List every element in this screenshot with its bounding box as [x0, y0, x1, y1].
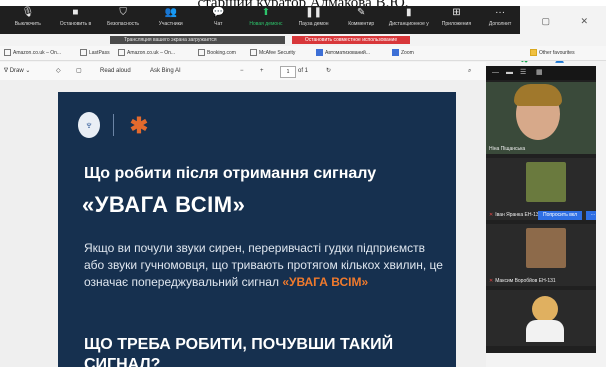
- window-controls[interactable]: – ▢ ✕: [506, 16, 602, 27]
- pause-icon: ❚❚: [305, 7, 322, 18]
- participant-avatar: [526, 228, 566, 268]
- participant-name: ✕ Іван Яранка ЕН-131: [489, 212, 542, 218]
- police-emblem-icon: ♆: [78, 112, 100, 138]
- share-screen-icon: ⬆: [261, 7, 271, 18]
- bookmark-item[interactable]: Автоматизований...: [316, 46, 370, 60]
- apps-button[interactable]: ⊞ Приложения: [433, 6, 481, 28]
- new-share-button[interactable]: ⬆ Новая демонс: [242, 6, 290, 28]
- stop-video-button[interactable]: ■ Остановить в: [52, 6, 100, 28]
- page-icon: [316, 49, 323, 57]
- participant-name: ✕ Максим Воробйов ЕН-131: [489, 278, 556, 284]
- bookmark-item[interactable]: LastPass: [80, 46, 110, 60]
- grid-view-icon[interactable]: ▦: [536, 66, 543, 80]
- participants-icon: 👥: [164, 7, 177, 18]
- participant-video-tile[interactable]: ✕ Максим Воробйов ЕН-131: [486, 224, 606, 286]
- rotate-icon[interactable]: ↻: [326, 62, 331, 80]
- page-icon: [198, 49, 205, 57]
- apps-icon: ⊞: [452, 7, 461, 18]
- share-status-banner: Трансляция вашего экрана загружается: [110, 36, 285, 44]
- single-view-icon[interactable]: ▬: [506, 66, 513, 80]
- right-scroll-strip[interactable]: [596, 62, 606, 367]
- participant-video-tile[interactable]: [486, 290, 606, 346]
- zoom-out-button[interactable]: −: [240, 62, 244, 80]
- poster-title: Що робити після отримання сигналу: [84, 165, 377, 182]
- draw-button[interactable]: ∇ Draw ⌄: [4, 62, 30, 80]
- view-icon[interactable]: ▢: [76, 62, 82, 80]
- participants-panel: — ▬ ☰ ▦ Ніна Піщанська ✕ Іван Яранка ЕН-1…: [486, 66, 606, 353]
- page-input[interactable]: 1: [280, 66, 296, 78]
- bookmark-item[interactable]: Booking.com: [198, 46, 236, 60]
- participant-avatar: [526, 162, 566, 202]
- participant-avatar: [532, 296, 558, 322]
- more-icon: ···: [495, 7, 506, 18]
- security-button[interactable]: ⛉ Безопасность: [99, 6, 147, 28]
- remote-control-button[interactable]: ▮ Дистанционное у: [385, 6, 433, 28]
- video-icon: ■: [72, 7, 79, 18]
- chat-icon: 💬: [212, 7, 225, 18]
- annotate-button[interactable]: ✎ Комментир: [337, 6, 385, 28]
- other-favourites[interactable]: Other favourites: [530, 46, 575, 60]
- microphone-icon: 🎙: [21, 7, 35, 18]
- remote-control-icon: ▮: [406, 7, 412, 18]
- minimize-icon[interactable]: —: [492, 66, 499, 80]
- participant-name: Ніна Піщанська: [489, 146, 526, 152]
- rescue-emblem-icon: ✱: [129, 113, 149, 138]
- mute-button[interactable]: 🎙 Выключить: [4, 6, 52, 28]
- bookmark-item[interactable]: Amazon.co.uk – On...: [4, 46, 61, 60]
- bookmark-item[interactable]: Zoom: [392, 46, 414, 60]
- pause-share-button[interactable]: ❚❚ Пауза демон: [290, 6, 338, 28]
- zoom-toolbar: 🎙 Выключить ■ Остановить в ⛉ Безопасность 👥…: [0, 6, 520, 34]
- page-icon: [80, 49, 87, 57]
- pdf-toolbar: ∇ Draw ⌄ ◇ ▢ Read aloud Ask Bing AI − + …: [0, 62, 486, 81]
- panel-header: — ▬ ☰ ▦: [486, 66, 606, 80]
- muted-mic-icon: ✕: [489, 278, 494, 284]
- read-aloud-button[interactable]: Read aloud: [100, 62, 131, 80]
- poster-subtitle: ЩО ТРЕБА РОБИТИ, ПОЧУВШИ ТАКИЙ СИГНАЛ?: [84, 336, 394, 367]
- pdf-page: ♆ ✱ Що робити після отримання сигналу «У…: [58, 92, 456, 367]
- participant-avatar-body: [526, 320, 564, 342]
- chat-button[interactable]: 💬 Чат: [195, 6, 243, 28]
- search-icon[interactable]: ⌕: [468, 62, 471, 80]
- page-icon: [250, 49, 257, 57]
- bookmarks-bar: Amazon.co.uk – On... LastPass Amazon.co.…: [0, 46, 606, 61]
- participant-hair: [514, 84, 562, 106]
- ask-unmute-button[interactable]: Попросить вкл: [538, 211, 582, 220]
- more-button[interactable]: ··· Дополнит: [480, 6, 520, 28]
- shield-icon: ⛉: [119, 7, 127, 18]
- bookmark-item[interactable]: Amazon.co.uk – On...: [118, 46, 175, 60]
- zoom-icon: [392, 49, 399, 57]
- folder-icon: [530, 49, 537, 57]
- poster-alert: «УВАГА ВСІМ»: [82, 192, 246, 217]
- page-icon: [118, 49, 125, 57]
- muted-mic-icon: ✕: [489, 212, 494, 218]
- pencil-icon: ✎: [356, 7, 366, 18]
- poster-body: Якщо ви почули звуки сирен, переривчасті…: [84, 241, 443, 289]
- stop-share-button[interactable]: Остановить совместное использование: [292, 36, 410, 44]
- participants-button[interactable]: 👥 Участники: [147, 6, 195, 28]
- participant-video-tile[interactable]: Ніна Піщанська: [486, 82, 606, 154]
- bookmark-item[interactable]: McAfee Security: [250, 46, 295, 60]
- gallery-view-icon[interactable]: ☰: [520, 66, 526, 80]
- eraser-icon[interactable]: ◇: [56, 62, 61, 80]
- ask-bing-button[interactable]: Ask Bing AI: [150, 62, 181, 80]
- page-count: of 1: [298, 68, 309, 74]
- page-icon: [4, 49, 11, 57]
- screen: – ▢ ✕ 🎙 Выключить ■ Остановить в ⛉ Безопасн…: [0, 6, 606, 367]
- zoom-in-button[interactable]: +: [260, 62, 264, 80]
- divider: [113, 114, 114, 136]
